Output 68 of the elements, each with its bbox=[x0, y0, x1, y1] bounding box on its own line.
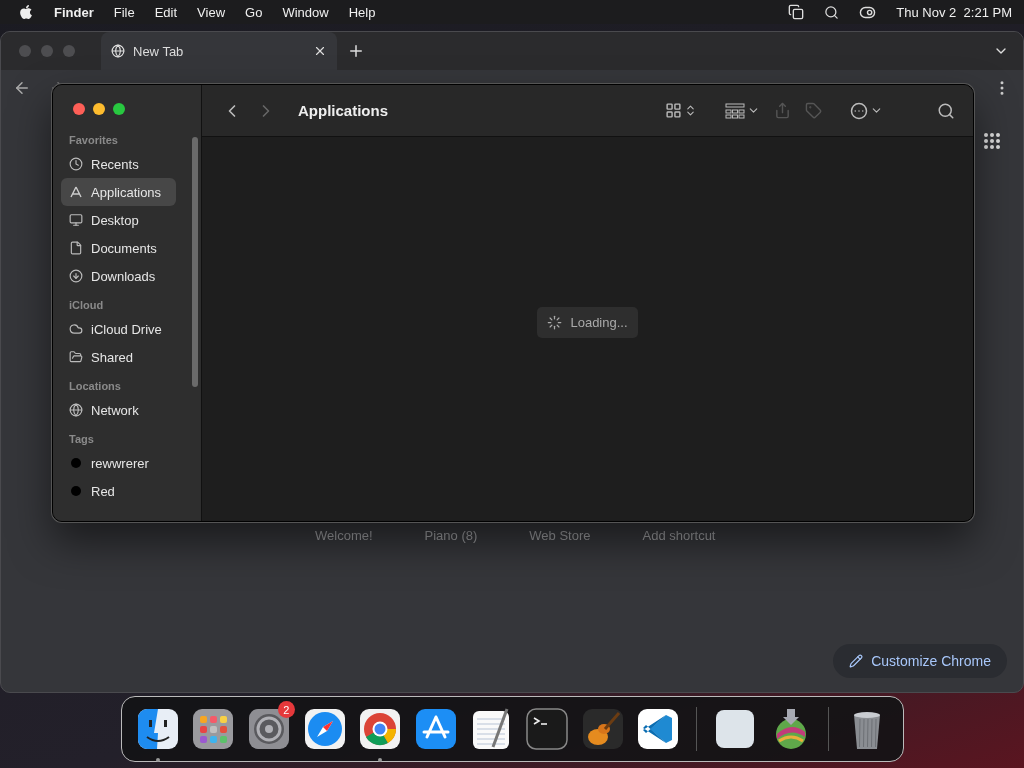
clock-icon bbox=[69, 157, 83, 171]
globe-icon bbox=[69, 403, 83, 417]
desktop-icon bbox=[69, 213, 83, 227]
sidebar-item[interactable]: rewwrerer bbox=[61, 449, 193, 477]
apps-grid-icon[interactable] bbox=[983, 132, 1001, 150]
sidebar-label: rewwrerer bbox=[91, 455, 149, 471]
zoom-button[interactable] bbox=[113, 103, 125, 115]
guitar-icon[interactable] bbox=[580, 707, 625, 751]
sidebar-item[interactable]: Recents bbox=[61, 150, 193, 178]
app-grid-icon[interactable] bbox=[191, 707, 236, 751]
pencil-icon bbox=[849, 654, 864, 668]
download-icon bbox=[69, 269, 83, 283]
sidebar-item[interactable]: Desktop bbox=[61, 206, 193, 234]
section-heading: Favorites bbox=[68, 133, 119, 148]
sidebar-label: Red bbox=[91, 483, 115, 499]
back-icon[interactable] bbox=[13, 79, 31, 97]
minimize-button[interactable] bbox=[93, 103, 105, 115]
sidebar-item[interactable]: Documents bbox=[61, 234, 193, 262]
sidebar-label: Applications bbox=[91, 184, 162, 200]
sidebar-item[interactable]: Shared bbox=[61, 343, 193, 371]
finder-face-icon[interactable] bbox=[135, 707, 180, 751]
menu-item[interactable]: Help bbox=[348, 4, 376, 20]
menu-item[interactable]: Go bbox=[245, 4, 263, 20]
browser-tab[interactable]: New Tab bbox=[101, 32, 337, 70]
more-icon[interactable] bbox=[850, 101, 883, 120]
window-title: Applications bbox=[298, 102, 389, 119]
section-heading: Locations bbox=[68, 379, 122, 394]
section-heading: Tags bbox=[68, 432, 95, 447]
sidebar-label: iCloud Drive bbox=[91, 321, 162, 337]
app-store-icon[interactable] bbox=[413, 707, 458, 751]
loading-text: Loading... bbox=[570, 314, 628, 330]
section-heading: iCloud bbox=[68, 298, 105, 313]
sidebar-item[interactable]: Red bbox=[61, 477, 193, 505]
windows-icon[interactable] bbox=[788, 4, 805, 20]
sidebar-item[interactable]: Applications bbox=[61, 178, 176, 206]
group-icon[interactable] bbox=[725, 102, 760, 119]
menu-item[interactable]: File bbox=[113, 4, 135, 20]
sidebar-label: Recents bbox=[91, 156, 139, 172]
spinner-icon bbox=[547, 314, 563, 330]
sidebar-item[interactable]: iCloud Drive bbox=[61, 315, 193, 343]
sidebar-label: Shared bbox=[91, 349, 133, 365]
sidebar-label: Desktop bbox=[91, 212, 139, 228]
folder-icon bbox=[69, 350, 83, 364]
cloud-icon bbox=[69, 322, 83, 336]
menu-item[interactable]: Edit bbox=[154, 4, 178, 20]
compass-icon[interactable] bbox=[302, 707, 347, 751]
menu-item[interactable]: View bbox=[197, 4, 226, 20]
sidebar-label: Documents bbox=[91, 240, 157, 256]
apple-icon[interactable] bbox=[18, 4, 34, 20]
close-icon[interactable] bbox=[313, 44, 327, 58]
customize-button[interactable]: Customize Chrome bbox=[833, 644, 1007, 678]
close-button[interactable] bbox=[73, 103, 85, 115]
menu-item[interactable]: Window bbox=[282, 4, 329, 20]
sidebar-item[interactable]: Downloads bbox=[61, 262, 193, 290]
menu-clock[interactable]: Thu Nov 2 2:21 PM bbox=[896, 4, 1012, 20]
applications-icon bbox=[69, 185, 83, 199]
search-icon[interactable] bbox=[824, 4, 840, 20]
sidebar-label: Network bbox=[91, 402, 139, 418]
document-icon bbox=[69, 241, 83, 255]
new-tab-icon[interactable] bbox=[347, 42, 365, 60]
search-icon[interactable] bbox=[937, 101, 955, 120]
app-menu[interactable]: Finder bbox=[54, 4, 94, 20]
scrollbar[interactable] bbox=[192, 137, 198, 387]
sidebar-item[interactable]: Network bbox=[61, 396, 193, 424]
view-icon[interactable] bbox=[665, 102, 697, 119]
terminal-icon[interactable] bbox=[525, 707, 570, 751]
sidebar-label: Downloads bbox=[91, 268, 156, 284]
code-editor-icon[interactable] bbox=[636, 707, 681, 751]
